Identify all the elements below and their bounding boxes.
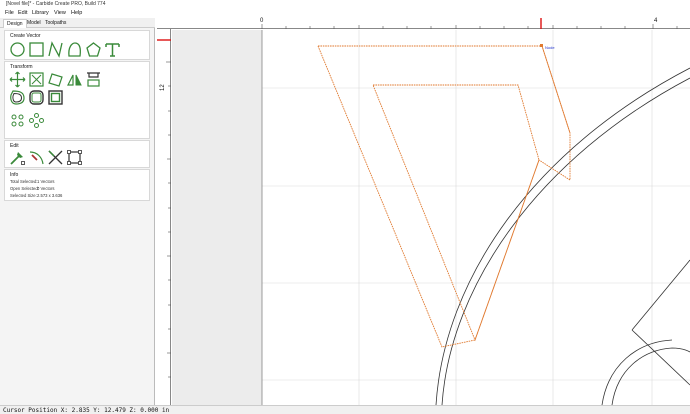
info-value: 1 Vectors (37, 179, 55, 184)
status-bar: Cursor Position X: 2.835 Y: 12.479 Z: 0.… (0, 405, 690, 414)
edit-section: Edit (4, 140, 150, 168)
circle-icon[interactable] (9, 41, 26, 58)
node-label: Node (545, 45, 555, 50)
circular-array-icon[interactable] (9, 112, 26, 129)
create-vector-section: Create Vector (4, 30, 150, 60)
selected-vector[interactable] (317, 45, 571, 348)
menu-edit[interactable]: Edit (18, 10, 27, 16)
create-vector-title: Create Vector (10, 33, 41, 39)
node-edit-icon[interactable] (9, 149, 26, 166)
mirror-icon[interactable] (66, 71, 83, 88)
rotate-icon[interactable] (47, 71, 64, 88)
bounding-box-icon[interactable] (66, 149, 83, 166)
move-icon[interactable] (9, 71, 26, 88)
transform-section: Transform (4, 61, 150, 139)
horizontal-ruler: 0 4 (157, 18, 690, 29)
info-section: Info Total Selected: 1 Vectors Open Sele… (4, 169, 150, 201)
info-value: 0 Vectors (37, 186, 55, 191)
mode-tabs: Design Model Toolpaths (0, 18, 155, 28)
title-bar: [Novel file]* - Carbide Create PRO, Buil… (0, 0, 690, 9)
boolean-icon[interactable] (47, 89, 64, 106)
node-markers (540, 44, 543, 47)
linear-array-icon[interactable] (28, 112, 45, 129)
ruler-label-4: 4 (654, 18, 658, 24)
menu-view[interactable]: View (54, 10, 66, 16)
info-total-selected: Total Selected: 1 Vectors (10, 179, 54, 184)
tab-toolpaths[interactable]: Toolpaths (42, 19, 69, 28)
vertical-ruler: 12 (157, 29, 171, 405)
knife-icon[interactable] (28, 149, 45, 166)
curve-icon[interactable] (66, 41, 83, 58)
menu-library[interactable]: Library (32, 10, 49, 16)
menu-file[interactable]: File (5, 10, 14, 16)
design-panel: Create Vector Transform Edit Info Total … (0, 28, 155, 405)
polygon-icon[interactable] (85, 41, 102, 58)
rectangle-icon[interactable] (28, 41, 45, 58)
align-icon[interactable] (85, 71, 102, 88)
fillet-icon[interactable] (28, 89, 45, 106)
horizontal-ruler-ticks (261, 18, 678, 29)
offset-icon[interactable] (9, 89, 26, 106)
polyline-icon[interactable] (47, 41, 64, 58)
drawing-area[interactable]: Node (172, 30, 690, 405)
window-title: [Novel file]* - Carbide Create PRO, Buil… (6, 1, 106, 7)
cursor-position-readout: Cursor Position X: 2.835 Y: 12.479 Z: 0.… (3, 407, 170, 414)
menu-help[interactable]: Help (71, 10, 82, 16)
ruler-label-0: 0 (260, 18, 264, 24)
info-label: Open Selected: (10, 186, 39, 191)
transform-title: Transform (10, 64, 33, 70)
tab-model[interactable]: Model (24, 19, 44, 28)
scale-icon[interactable] (28, 71, 45, 88)
trim-icon[interactable] (47, 149, 64, 166)
info-label: Total Selected: (10, 179, 38, 184)
ruler-label-12: 12 (160, 84, 166, 91)
info-label: Selected Size: (10, 193, 37, 198)
drawing-svg (261, 30, 690, 405)
menu-bar: File Edit Library View Help (0, 9, 690, 18)
info-title: Info (10, 172, 19, 178)
info-open-selected: Open Selected: 0 Vectors (10, 186, 54, 191)
grid-lines (261, 30, 690, 405)
info-value: 2.573 x 3.636 (37, 193, 63, 198)
text-icon[interactable] (104, 41, 121, 58)
info-selected-size: Selected Size: 2.573 x 3.636 (10, 193, 62, 198)
